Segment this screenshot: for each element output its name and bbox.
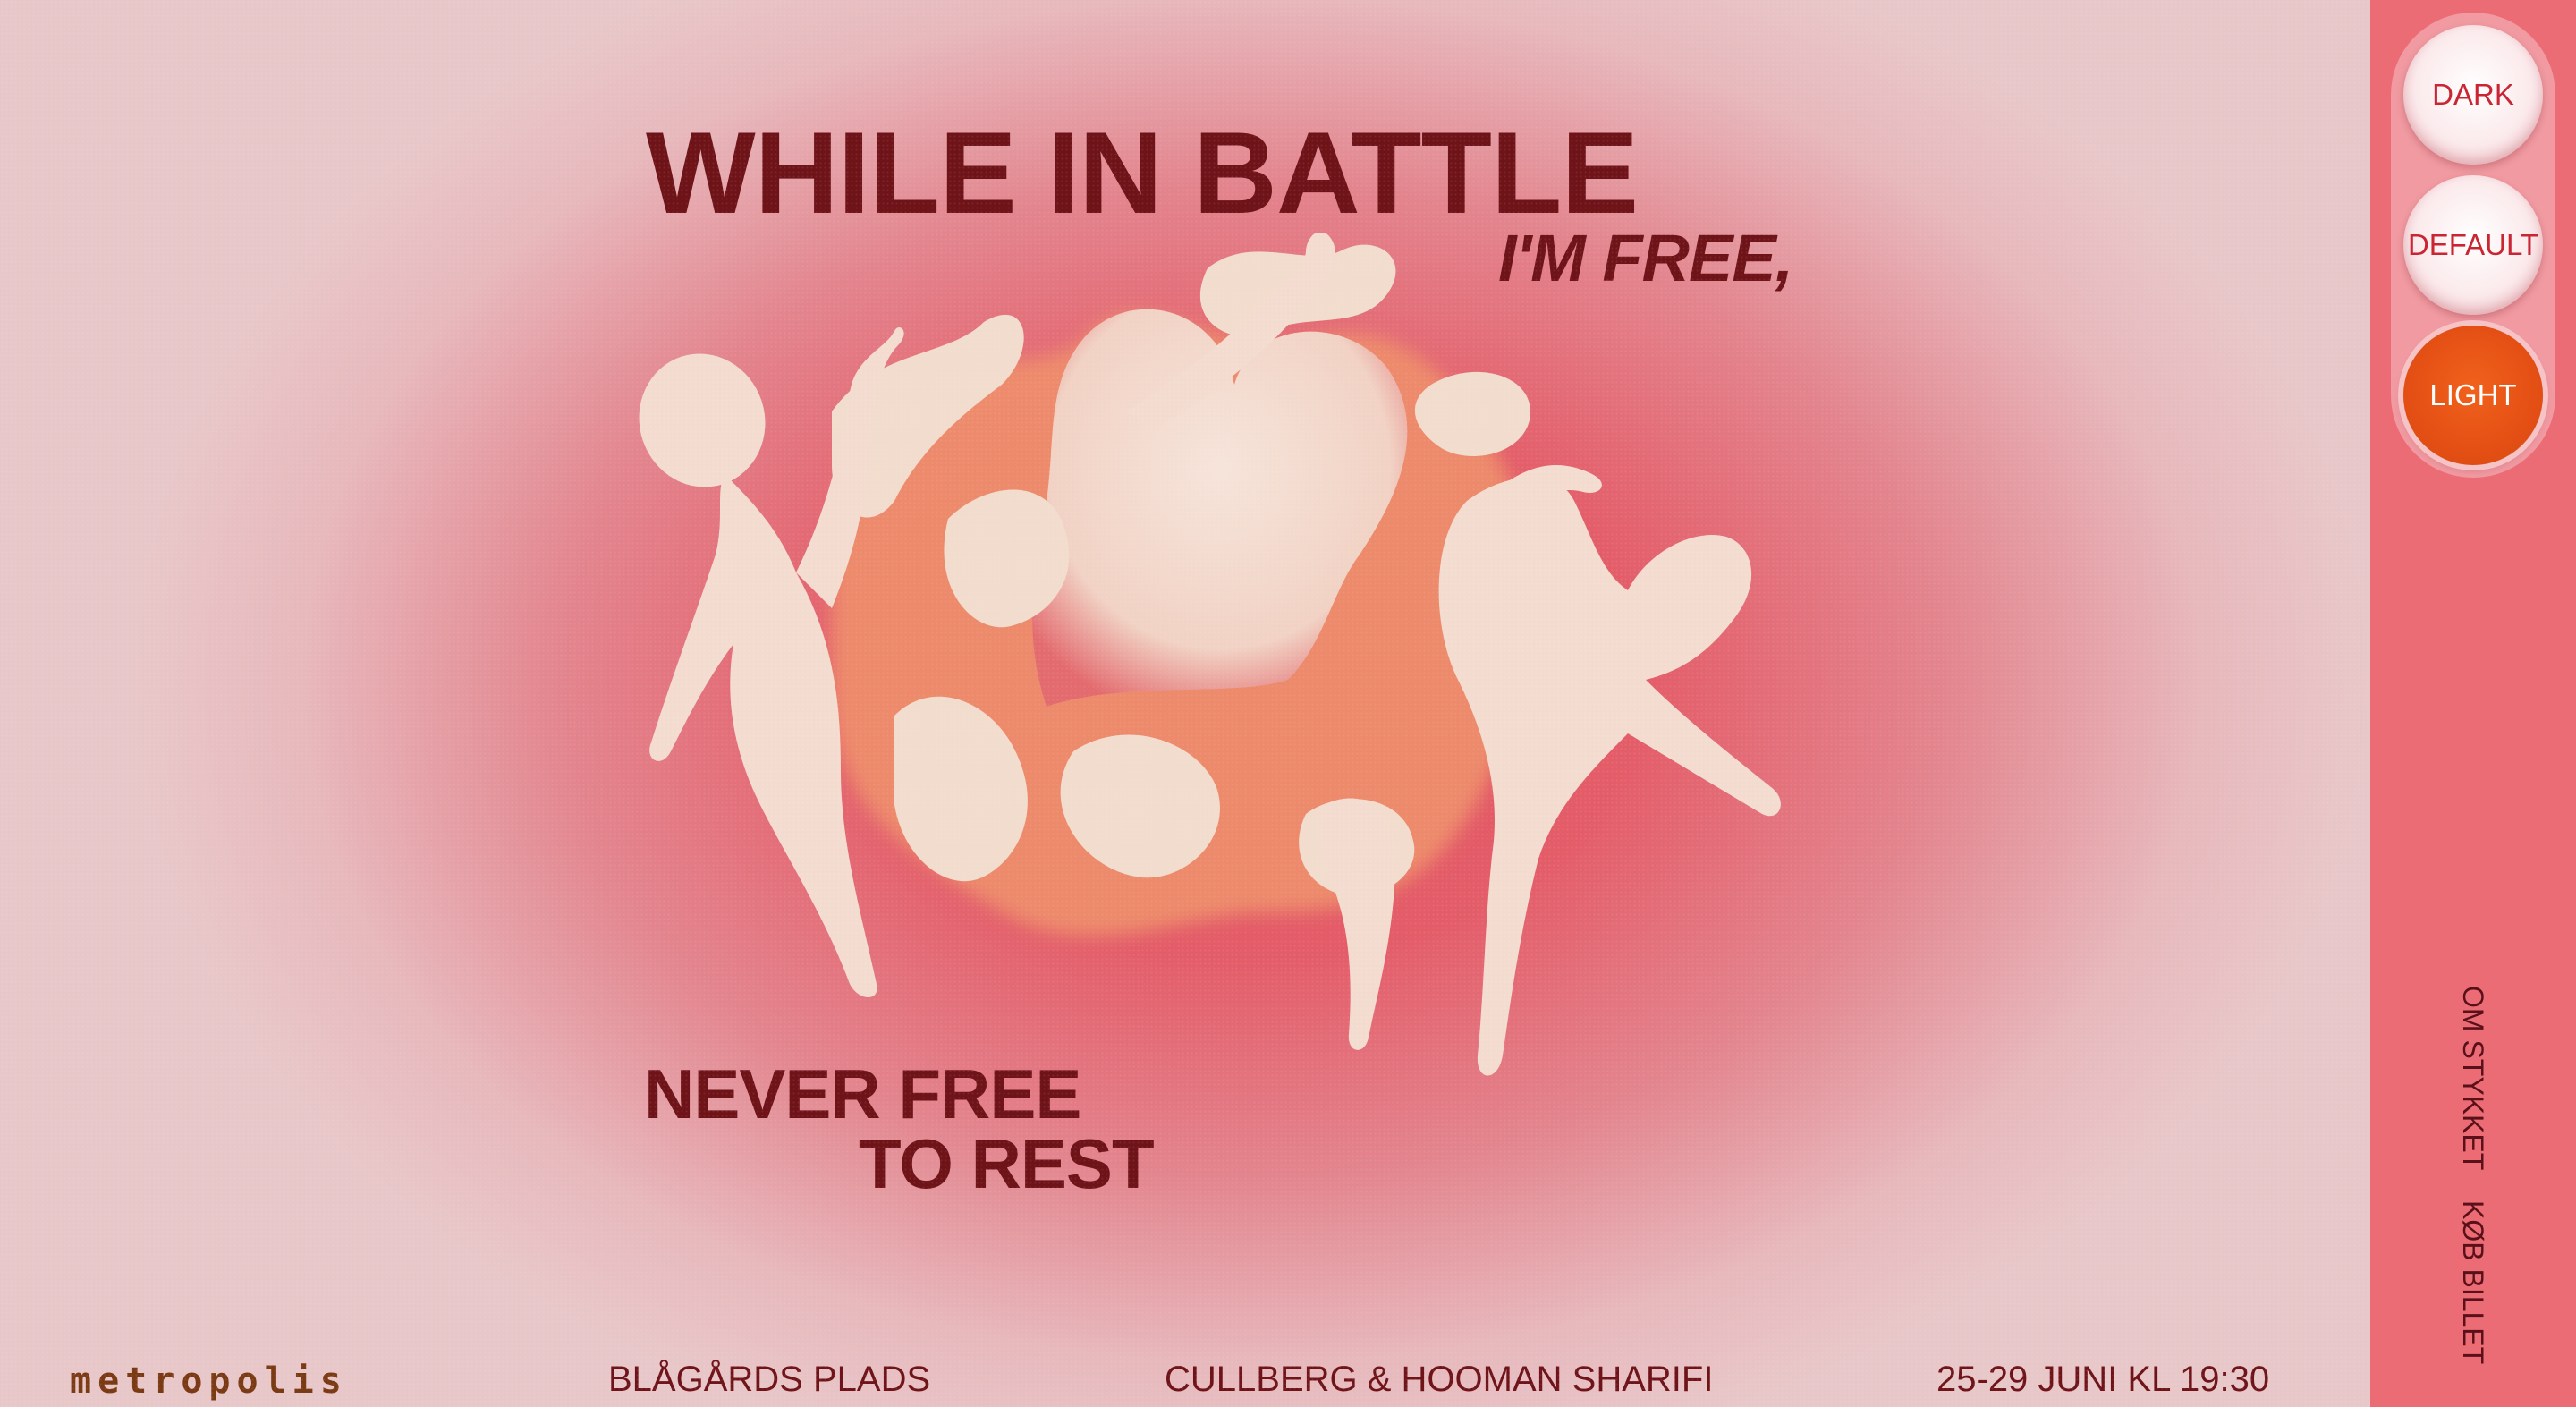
title-main: WHILE IN BATTLE: [646, 107, 1639, 238]
theme-default-button[interactable]: DEFAULT: [2403, 175, 2543, 315]
hero-stage: WHILE IN BATTLE I'M FREE, NEVER FREE TO …: [0, 0, 2370, 1407]
dates-label: 25-29 JUNI KL 19:30: [1936, 1360, 2270, 1399]
metropolis-logo[interactable]: metropolis: [70, 1360, 348, 1402]
tagline-line-2: TO REST: [859, 1124, 1155, 1203]
theme-dark-button[interactable]: DARK: [2403, 25, 2543, 165]
tagline-line-1: NEVER FREE: [644, 1055, 1081, 1133]
theme-switcher: DARK DEFAULT LIGHT: [2391, 13, 2555, 478]
credits-label: CULLBERG & HOOMAN SHARIFI: [1165, 1360, 1714, 1399]
theme-light-button[interactable]: LIGHT: [2403, 326, 2543, 465]
buy-ticket-link[interactable]: KØB BILLET: [2456, 1200, 2489, 1364]
venue-label: BLÅGÅRDS PLADS: [608, 1360, 931, 1399]
sidebar: DARK DEFAULT LIGHT: [2370, 0, 2576, 1407]
about-link[interactable]: OM STYKKET: [2456, 986, 2489, 1170]
